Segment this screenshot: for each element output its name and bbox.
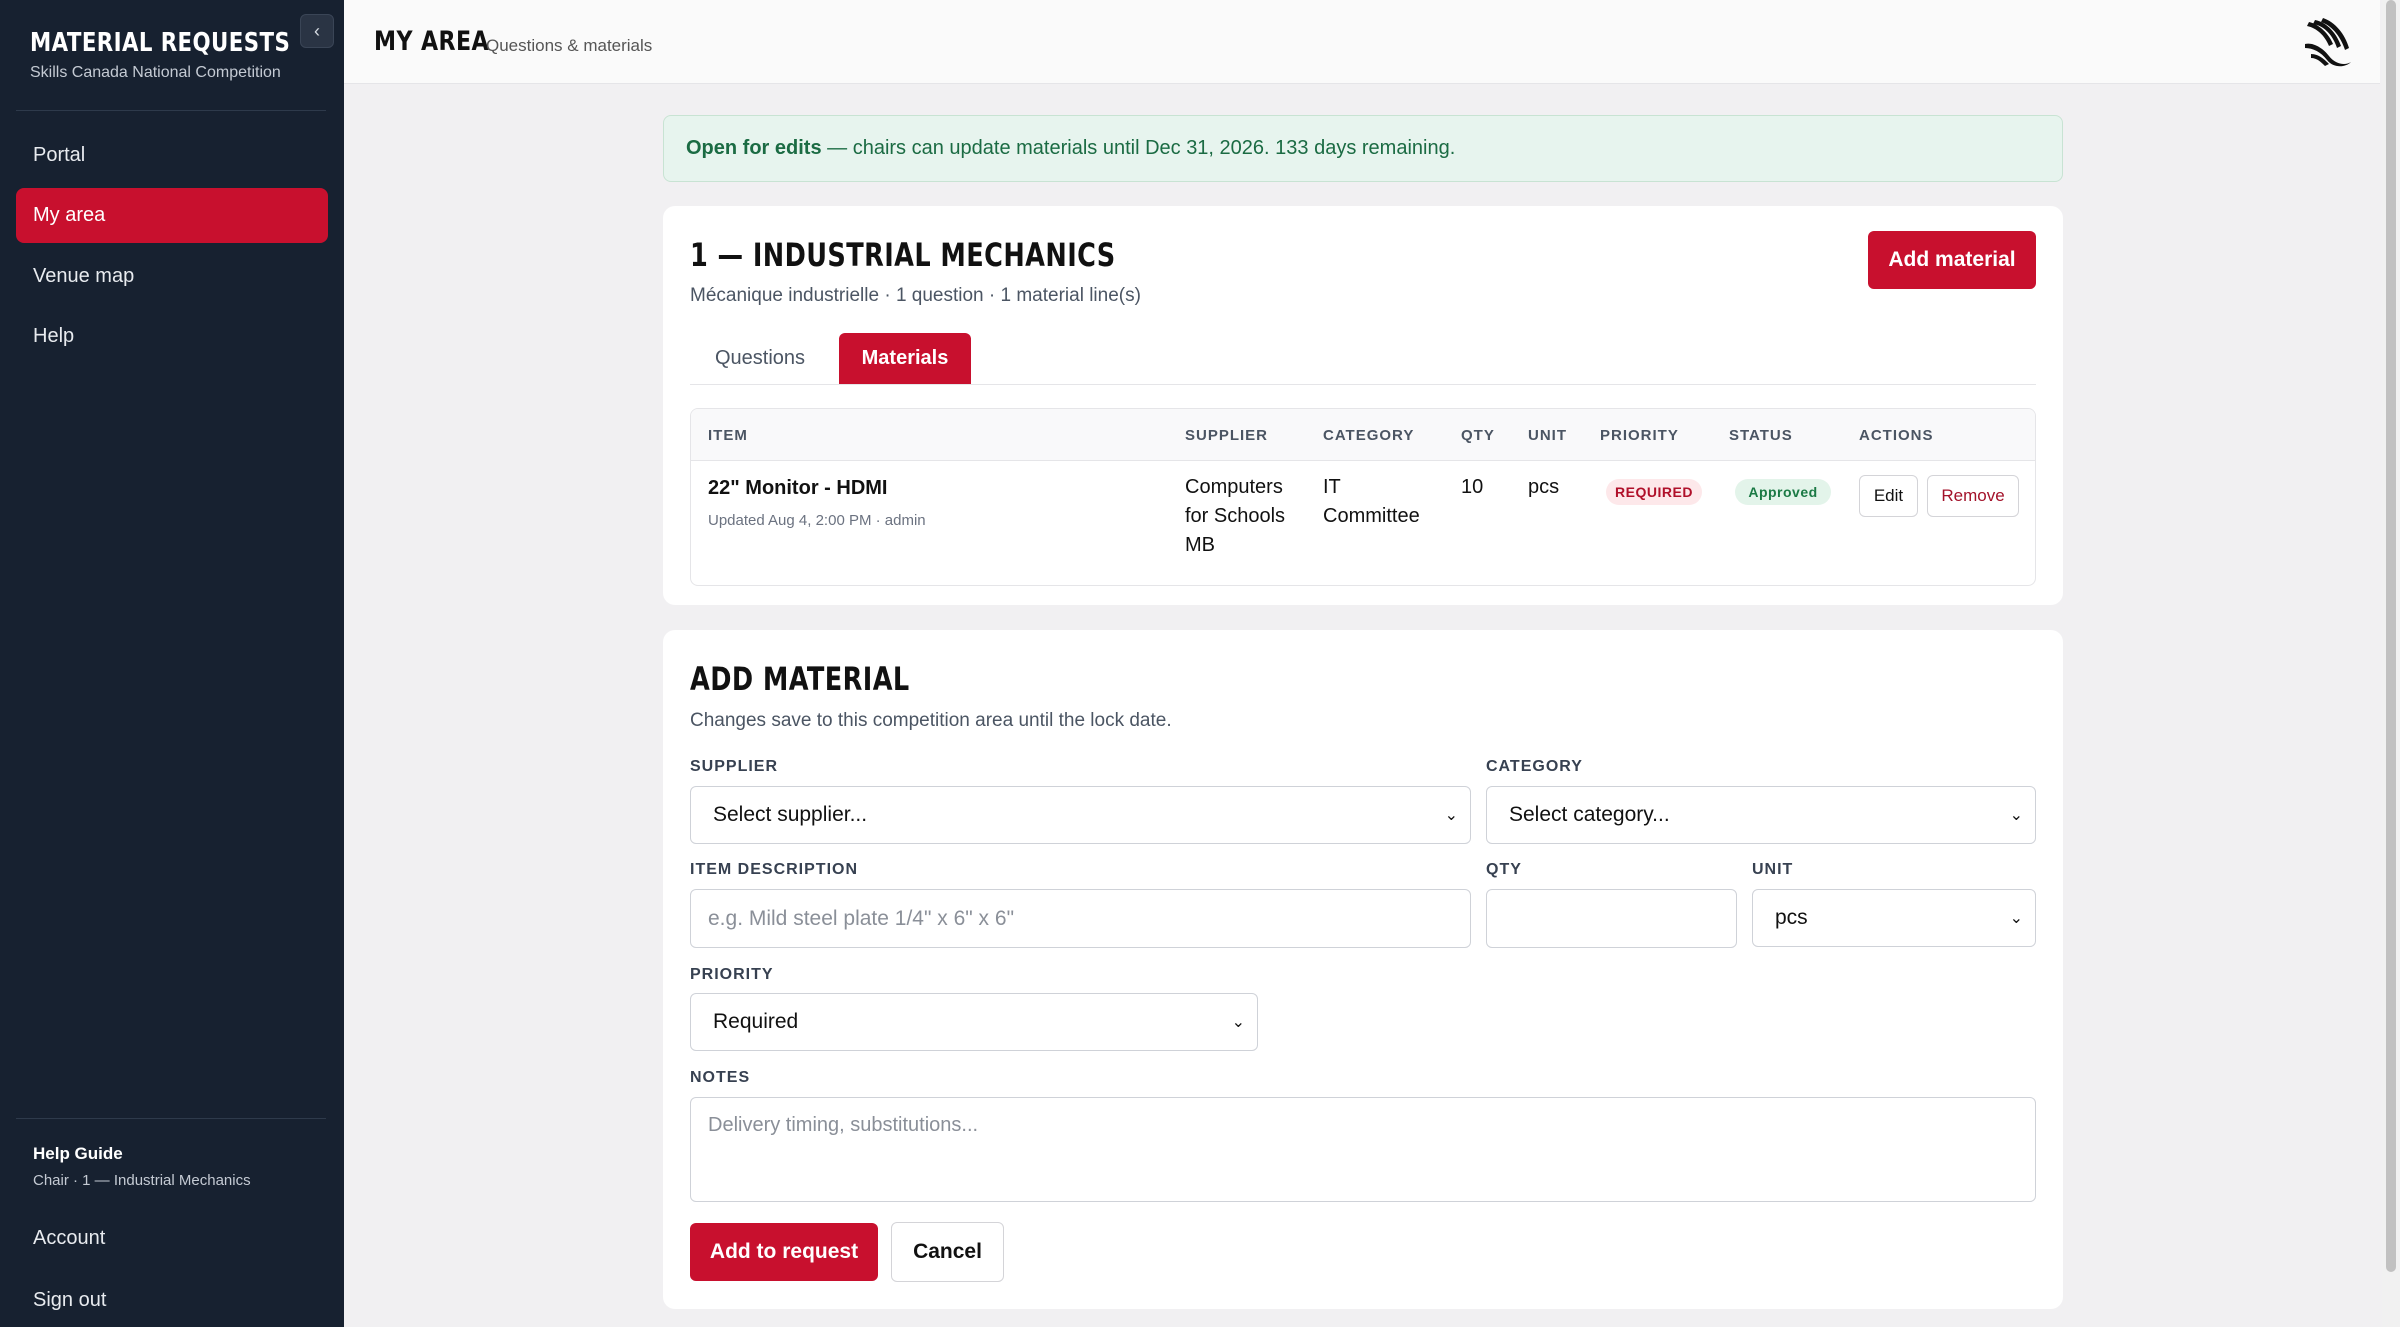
- add-material-button[interactable]: Add material: [1868, 231, 2036, 289]
- status-badge: Approved: [1735, 479, 1831, 505]
- category-label: CATEGORY: [1486, 758, 1583, 775]
- area-subtitle: Mécanique industrielle · 1 question · 1 …: [690, 285, 1141, 306]
- column-header-qty: QTY: [1461, 427, 1495, 444]
- column-header-item: ITEM: [708, 427, 748, 444]
- priority-label: PRIORITY: [690, 966, 774, 983]
- sidebar: MATERIAL REQUESTS Skills Canada National…: [0, 0, 344, 1327]
- sidebar-divider: [16, 110, 326, 111]
- tab-divider: [690, 384, 2036, 385]
- supplier-line: Computers: [1185, 476, 1283, 498]
- area-title: 1 — INDUSTRIAL MECHANICS: [690, 236, 1116, 274]
- chevron-left-icon: ‹: [314, 20, 320, 41]
- form-title: ADD MATERIAL: [690, 660, 910, 698]
- category-cell: IT Committee: [1323, 473, 1420, 531]
- supplier-line: for Schools: [1185, 505, 1286, 527]
- brand-title: MATERIAL REQUESTS: [30, 28, 291, 58]
- item-name: 22" Monitor - HDMI: [708, 477, 888, 499]
- add-to-request-button[interactable]: Add to request: [690, 1223, 878, 1281]
- supplier-label: SUPPLIER: [690, 758, 779, 775]
- column-header-status: STATUS: [1729, 427, 1793, 444]
- chevron-down-icon: ⌄: [2009, 910, 2023, 927]
- sign-out-link[interactable]: Sign out: [33, 1289, 106, 1312]
- chevron-down-icon: ⌄: [2009, 807, 2023, 824]
- top-header: MY AREA Questions & materials: [344, 0, 2380, 84]
- page-subtitle: Questions & materials: [486, 36, 653, 55]
- account-link[interactable]: Account: [33, 1227, 105, 1250]
- materials-table: ITEM SUPPLIER CATEGORY QTY UNIT PRIORITY…: [690, 408, 2036, 586]
- qty-label: QTY: [1486, 861, 1522, 878]
- form-subtitle: Changes save to this competition area un…: [690, 710, 1172, 731]
- banner-text: — chairs can update materials until Dec …: [821, 137, 1456, 159]
- column-header-unit: UNIT: [1528, 427, 1567, 444]
- page-title: MY AREA: [374, 26, 490, 57]
- column-header-actions: ACTIONS: [1859, 427, 1934, 444]
- qty-cell: 10: [1461, 476, 1484, 498]
- unit-cell: pcs: [1528, 476, 1560, 498]
- item-description-label: ITEM DESCRIPTION: [690, 861, 859, 878]
- category-select[interactable]: Select category... ⌄: [1486, 786, 2036, 844]
- chevron-down-icon: ⌄: [1444, 807, 1458, 824]
- qty-input[interactable]: [1486, 889, 1737, 948]
- banner-strong: Open for edits: [686, 137, 822, 159]
- brand-subtitle: Skills Canada National Competition: [30, 64, 281, 81]
- priority-select[interactable]: Required ⌄: [690, 993, 1258, 1051]
- sidebar-item-venue-map[interactable]: Venue map: [16, 249, 328, 304]
- collapse-sidebar-button[interactable]: ‹: [300, 14, 334, 48]
- priority-select-value: Required: [713, 1010, 799, 1033]
- notes-label: NOTES: [690, 1069, 751, 1086]
- help-guide-title[interactable]: Help Guide: [33, 1144, 123, 1164]
- item-description-placeholder: e.g. Mild steel plate 1/4" x 6" x 6": [708, 906, 1015, 930]
- unit-label: UNIT: [1752, 861, 1794, 878]
- tab-questions[interactable]: Questions: [690, 333, 830, 384]
- item-description-input[interactable]: e.g. Mild steel plate 1/4" x 6" x 6": [690, 889, 1471, 948]
- unit-select-value: pcs: [1775, 906, 1808, 929]
- notes-placeholder: Delivery timing, substitutions...: [708, 1114, 979, 1136]
- cancel-button[interactable]: Cancel: [891, 1222, 1004, 1282]
- sidebar-item-my-area[interactable]: My area: [16, 188, 328, 243]
- sidebar-divider: [16, 1118, 326, 1119]
- unit-select[interactable]: pcs ⌄: [1752, 889, 2036, 947]
- supplier-cell: Computers for Schools MB: [1185, 473, 1285, 560]
- tab-materials[interactable]: Materials: [839, 333, 971, 384]
- category-line: Committee: [1323, 505, 1420, 527]
- edit-status-banner: Open for edits — chairs can update mater…: [663, 115, 2063, 182]
- remove-button[interactable]: Remove: [1927, 475, 2019, 517]
- supplier-line: MB: [1185, 534, 1215, 556]
- brand-logo-icon: [2305, 18, 2351, 67]
- column-header-category: CATEGORY: [1323, 427, 1415, 444]
- area-card: 1 — INDUSTRIAL MECHANICS Mécanique indus…: [663, 206, 2063, 605]
- column-header-supplier: SUPPLIER: [1185, 427, 1269, 444]
- page-scrollbar[interactable]: [2382, 0, 2400, 1327]
- scrollbar-thumb[interactable]: [2386, 0, 2396, 1272]
- item-updated-meta: Updated Aug 4, 2:00 PM · admin: [708, 512, 926, 529]
- sidebar-item-portal[interactable]: Portal: [16, 128, 328, 183]
- chevron-down-icon: ⌄: [1231, 1014, 1245, 1031]
- supplier-select-value: Select supplier...: [713, 803, 868, 826]
- notes-textarea[interactable]: Delivery timing, substitutions...: [690, 1097, 2036, 1202]
- user-role-label: Chair · 1 — Industrial Mechanics: [33, 1172, 251, 1189]
- table-header: ITEM SUPPLIER CATEGORY QTY UNIT PRIORITY…: [691, 409, 2035, 461]
- priority-badge: REQUIRED: [1606, 479, 1702, 505]
- category-line: IT: [1323, 476, 1341, 498]
- column-header-priority: PRIORITY: [1600, 427, 1679, 444]
- sidebar-item-help[interactable]: Help: [16, 309, 328, 364]
- edit-button[interactable]: Edit: [1859, 475, 1918, 517]
- add-material-card: ADD MATERIAL Changes save to this compet…: [663, 630, 2063, 1309]
- category-select-value: Select category...: [1509, 803, 1670, 826]
- supplier-select[interactable]: Select supplier... ⌄: [690, 786, 1471, 844]
